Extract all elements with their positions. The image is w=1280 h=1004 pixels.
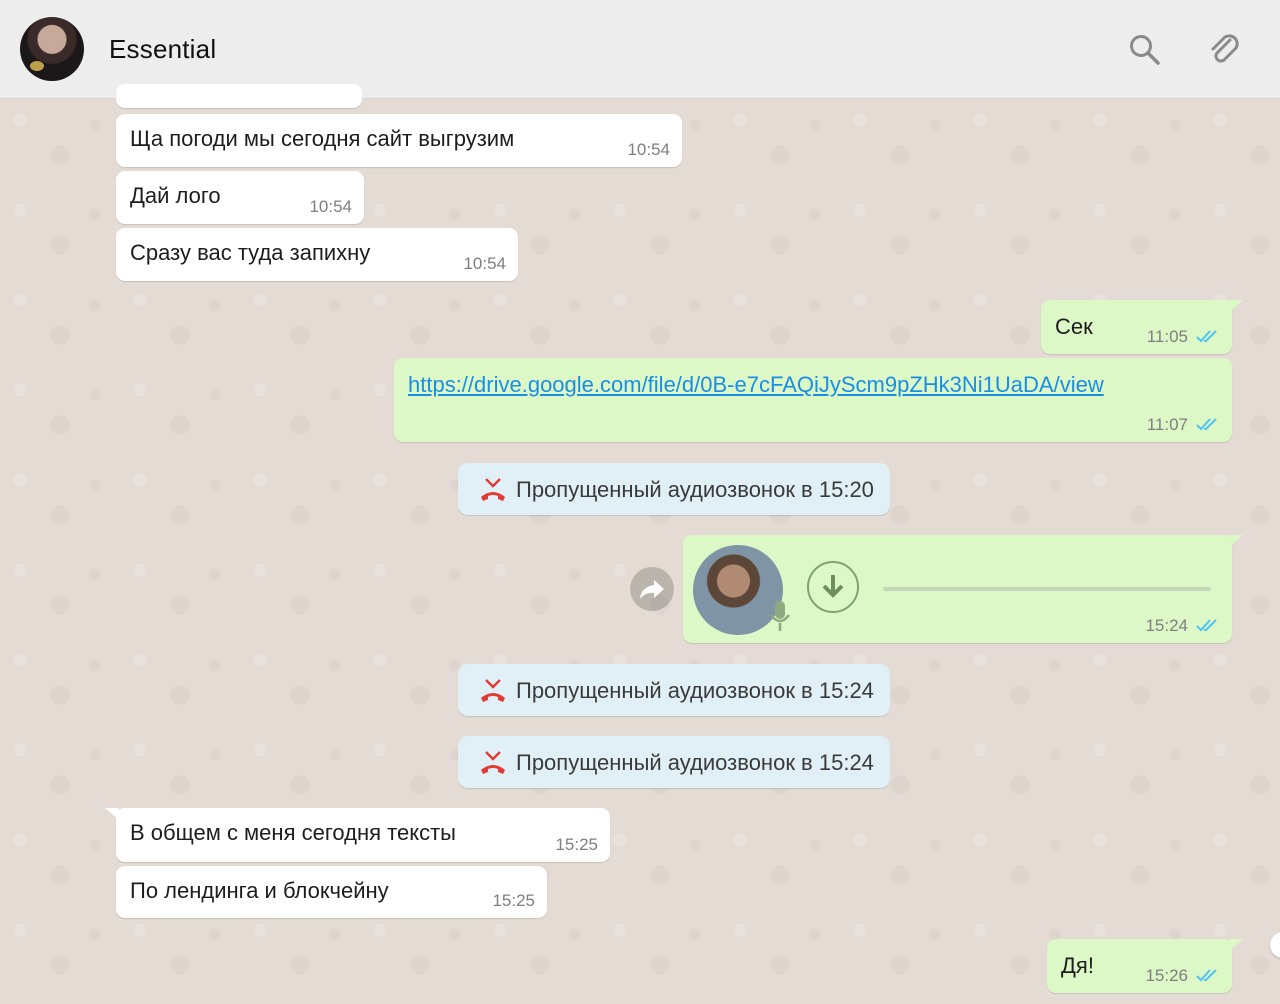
forward-icon bbox=[640, 580, 664, 599]
incoming-message: Сразу вас туда запихну 10:54 bbox=[116, 228, 518, 281]
audio-progress-track[interactable] bbox=[883, 587, 1211, 591]
message-text: Сразу вас туда запихну bbox=[130, 240, 371, 265]
message-text: В общем с меня сегодня тексты bbox=[130, 820, 456, 845]
message-time: 15:25 bbox=[555, 835, 598, 854]
notice-text: Пропущенный аудиозвонок в 15:24 bbox=[516, 750, 874, 775]
read-ticks-icon bbox=[1196, 619, 1217, 632]
outgoing-message: Сек 11:05 bbox=[1041, 300, 1243, 354]
message-time: 10:54 bbox=[309, 197, 352, 216]
download-icon bbox=[822, 575, 844, 598]
contact-name[interactable]: Essential bbox=[109, 34, 216, 65]
voice-message: 15:24 bbox=[683, 535, 1243, 643]
read-ticks-icon bbox=[1196, 418, 1217, 431]
incoming-message: По лендинга и блокчейну 15:25 bbox=[116, 866, 547, 918]
message-text: По лендинга и блокчейну bbox=[130, 878, 389, 903]
message-text: Ща погоди мы сегодня сайт выгрузим bbox=[130, 126, 515, 151]
message-time: 15:25 bbox=[492, 891, 535, 910]
message-bubble-cut bbox=[116, 84, 362, 108]
missed-call-notice: Пропущенный аудиозвонок в 15:24 bbox=[458, 736, 890, 788]
forward-button[interactable] bbox=[630, 567, 674, 611]
missed-call-icon bbox=[481, 478, 505, 501]
message-time: 11:05 bbox=[1146, 327, 1188, 346]
missed-call-icon bbox=[481, 679, 505, 702]
missed-call-icon bbox=[481, 751, 505, 774]
message-text: Дай лого bbox=[130, 183, 221, 208]
read-ticks-icon bbox=[1196, 330, 1217, 343]
paperclip-icon[interactable] bbox=[1206, 31, 1242, 67]
notice-text: Пропущенный аудиозвонок в 15:24 bbox=[516, 678, 874, 703]
notice-text: Пропущенный аудиозвонок в 15:20 bbox=[516, 477, 874, 502]
drive-link[interactable]: https://drive.google.com/file/d/0B-e7cFA… bbox=[408, 372, 1104, 398]
message-time: 15:24 bbox=[1145, 616, 1188, 635]
message-time: 10:54 bbox=[463, 254, 506, 273]
microphone-icon bbox=[770, 601, 790, 631]
missed-call-notice: Пропущенный аудиозвонок в 15:20 bbox=[458, 463, 890, 515]
incoming-message: В общем с меня сегодня тексты 15:25 bbox=[105, 808, 610, 862]
incoming-message: Ща погоди мы сегодня сайт выгрузим 10:54 bbox=[116, 114, 682, 167]
contact-avatar[interactable] bbox=[20, 17, 84, 81]
download-button[interactable] bbox=[807, 561, 859, 613]
read-ticks-icon bbox=[1196, 969, 1217, 982]
message-time: 11:07 bbox=[1146, 415, 1188, 434]
message-time: 10:54 bbox=[627, 140, 670, 159]
search-icon[interactable] bbox=[1126, 31, 1162, 67]
incoming-message: Дай лого 10:54 bbox=[116, 171, 364, 224]
outgoing-link-message: https://drive.google.com/file/d/0B-e7cFA… bbox=[394, 358, 1232, 442]
message-time: 15:26 bbox=[1145, 966, 1188, 985]
missed-call-notice: Пропущенный аудиозвонок в 15:24 bbox=[458, 664, 890, 716]
message-text: Дя! bbox=[1061, 953, 1094, 978]
outgoing-message: Дя! 15:26 bbox=[1047, 939, 1243, 993]
message-text: Сек bbox=[1055, 314, 1093, 339]
